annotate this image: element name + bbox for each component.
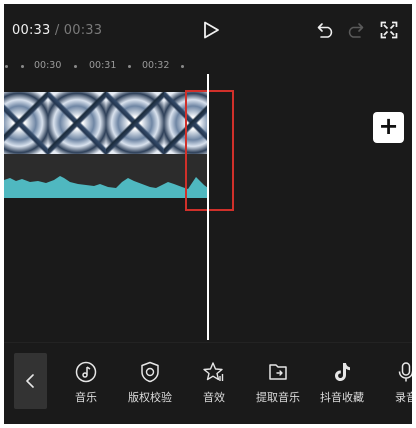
tool-copyright-check[interactable]: 版权校验 [118,343,182,424]
ruler-dot [181,65,184,68]
tool-douyin-favorites[interactable]: 抖音收藏 [310,343,374,424]
time-separator: / [54,23,60,38]
video-track[interactable] [4,92,208,154]
add-clip-button[interactable]: + [373,112,404,143]
sound-effect-star-icon [203,362,224,381]
tool-label: 录音 [395,391,412,404]
audio-waveform [4,176,208,198]
tool-record[interactable]: 录音 [374,343,412,424]
ruler-dot [74,65,77,68]
tool-label: 音乐 [75,391,97,404]
chevron-left-icon [26,374,34,388]
highlight-box [185,90,234,211]
ruler-dot [128,65,131,68]
undo-icon[interactable] [317,22,335,38]
ruler-tick-label: 00:31 [89,60,117,71]
video-thumbnail [106,92,164,154]
tool-label: 抖音收藏 [320,391,364,404]
extract-folder-icon [269,364,287,380]
bottom-toolbar: 音乐 版权校验 音效 提取音乐 抖音收藏 录音 [4,342,412,424]
music-note-icon [75,361,97,383]
time-display: 00:33 / 00:33 [12,23,102,38]
fullscreen-icon[interactable] [380,21,398,39]
total-time: 00:33 [63,23,103,38]
tool-label: 音效 [203,391,225,404]
editor-frame: 00:33 / 00:33 00:30 00:31 00:32 + 音乐 版权校… [4,4,412,424]
video-thumbnail [48,92,106,154]
playhead[interactable] [207,74,209,340]
back-button[interactable] [14,353,47,409]
microphone-icon [398,362,412,382]
ruler-dot [21,65,24,68]
tool-extract-music[interactable]: 提取音乐 [246,343,310,424]
tool-label: 提取音乐 [256,391,300,404]
tool-label: 版权校验 [128,391,172,404]
ruler-dot [5,65,8,68]
tool-music[interactable]: 音乐 [54,343,118,424]
tiktok-icon [335,363,350,381]
ruler-tick-label: 00:32 [142,60,170,71]
redo-icon[interactable] [346,22,364,38]
ruler-tick-label: 00:30 [34,60,62,71]
tool-sound-effects[interactable]: 音效 [182,343,246,424]
top-bar: 00:33 / 00:33 [4,4,412,56]
current-time: 00:33 [12,23,51,38]
play-icon[interactable] [202,21,220,39]
copyright-shield-icon [141,361,159,383]
video-thumbnail [4,92,48,154]
